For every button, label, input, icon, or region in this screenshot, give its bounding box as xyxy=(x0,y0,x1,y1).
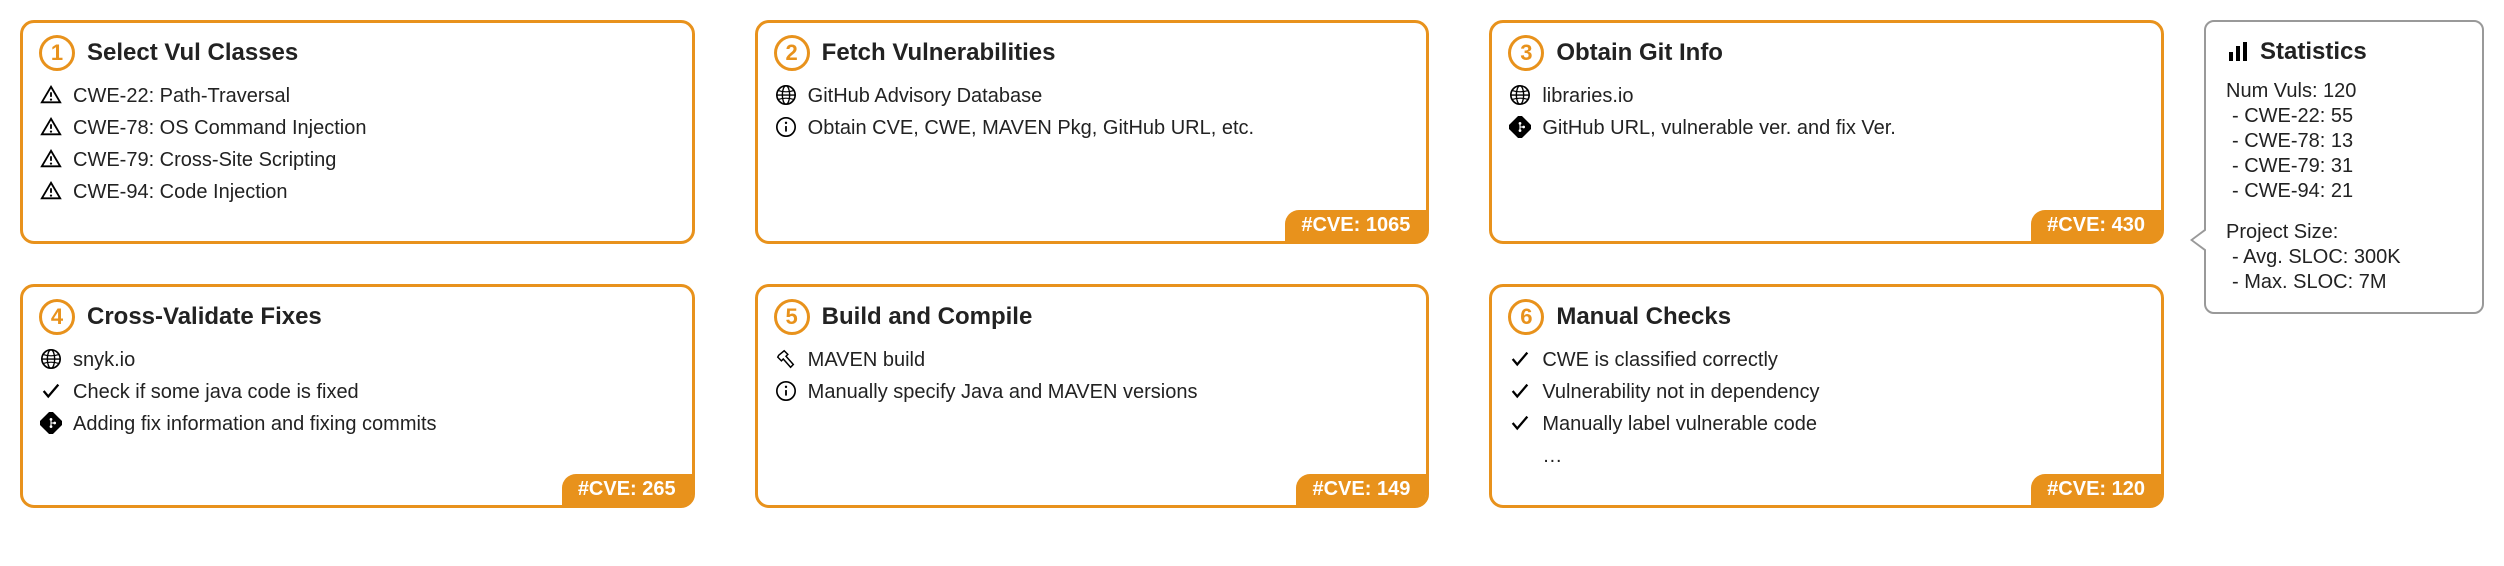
warning-icon xyxy=(39,179,63,203)
item-text: Adding fix information and fixing commit… xyxy=(73,411,437,437)
item-text: Manually label vulnerable code xyxy=(1542,411,1817,437)
cve-badge: #CVE: 1065 xyxy=(1285,210,1426,241)
step-title: Build and Compile xyxy=(822,303,1033,331)
step-title: Fetch Vulnerabilities xyxy=(822,39,1056,67)
step-title: Obtain Git Info xyxy=(1556,39,1723,67)
cve-badge: #CVE: 430 xyxy=(2031,210,2161,241)
step-6: 6 Manual Checks CWE is classified correc… xyxy=(1489,284,2164,508)
step-title: Select Vul Classes xyxy=(87,39,298,67)
step-number: 2 xyxy=(774,35,810,71)
item-text: Check if some java code is fixed xyxy=(73,379,359,405)
bar-chart-icon xyxy=(2226,40,2250,64)
item-text: CWE-94: Code Injection xyxy=(73,179,288,205)
step-number: 3 xyxy=(1508,35,1544,71)
globe-icon xyxy=(774,83,798,107)
statistics-panel: Statistics Num Vuls: 120 - CWE-22: 55 - … xyxy=(2204,20,2484,314)
item-text: MAVEN build xyxy=(808,347,925,373)
cve-badge: #CVE: 120 xyxy=(2031,474,2161,505)
check-icon xyxy=(39,379,63,403)
stat-line: - CWE-94: 21 xyxy=(2226,180,2462,203)
step-number: 4 xyxy=(39,299,75,335)
stat-line: - CWE-22: 55 xyxy=(2226,105,2462,128)
git-icon xyxy=(1508,115,1532,139)
stats-title: Statistics xyxy=(2260,38,2367,66)
step-2: 2 Fetch Vulnerabilities GitHub Advisory … xyxy=(755,20,1430,244)
info-icon xyxy=(774,379,798,403)
step-3: 3 Obtain Git Info libraries.io GitHub UR… xyxy=(1489,20,2164,244)
warning-icon xyxy=(39,115,63,139)
step-title: Manual Checks xyxy=(1556,303,1731,331)
step-number: 6 xyxy=(1508,299,1544,335)
item-text: CWE-78: OS Command Injection xyxy=(73,115,366,141)
stat-line: - CWE-78: 13 xyxy=(2226,130,2462,153)
step-number: 1 xyxy=(39,35,75,71)
item-text: Obtain CVE, CWE, MAVEN Pkg, GitHub URL, … xyxy=(808,115,1254,141)
item-text: Manually specify Java and MAVEN versions xyxy=(808,379,1198,405)
stat-line: - CWE-79: 31 xyxy=(2226,155,2462,178)
globe-icon xyxy=(1508,83,1532,107)
item-text: libraries.io xyxy=(1542,83,1633,109)
none-icon xyxy=(1508,443,1532,467)
git-icon xyxy=(39,411,63,435)
hammer-icon xyxy=(774,347,798,371)
check-icon xyxy=(1508,411,1532,435)
pipeline-flow: 1 Select Vul Classes CWE-22: Path-Traver… xyxy=(20,20,2164,508)
info-icon xyxy=(774,115,798,139)
step-5: 5 Build and Compile MAVEN build Manually… xyxy=(755,284,1430,508)
item-text: GitHub Advisory Database xyxy=(808,83,1043,109)
item-text: Vulnerability not in dependency xyxy=(1542,379,1819,405)
cve-badge: #CVE: 149 xyxy=(1296,474,1426,505)
check-icon xyxy=(1508,347,1532,371)
globe-icon xyxy=(39,347,63,371)
stat-line: Project Size: xyxy=(2226,221,2462,244)
item-text: CWE-79: Cross-Site Scripting xyxy=(73,147,336,173)
item-text: … xyxy=(1542,443,1562,469)
step-4: 4 Cross-Validate Fixes snyk.io Check if … xyxy=(20,284,695,508)
warning-icon xyxy=(39,147,63,171)
item-text: GitHub URL, vulnerable ver. and fix Ver. xyxy=(1542,115,1896,141)
stat-line: Num Vuls: 120 xyxy=(2226,80,2462,103)
stat-line: - Max. SLOC: 7M xyxy=(2226,271,2462,294)
cve-badge: #CVE: 265 xyxy=(562,474,692,505)
item-text: CWE-22: Path-Traversal xyxy=(73,83,290,109)
step-number: 5 xyxy=(774,299,810,335)
item-text: snyk.io xyxy=(73,347,135,373)
stat-line: - Avg. SLOC: 300K xyxy=(2226,246,2462,269)
step-title: Cross-Validate Fixes xyxy=(87,303,322,331)
item-text: CWE is classified correctly xyxy=(1542,347,1778,373)
warning-icon xyxy=(39,83,63,107)
check-icon xyxy=(1508,379,1532,403)
step-1: 1 Select Vul Classes CWE-22: Path-Traver… xyxy=(20,20,695,244)
